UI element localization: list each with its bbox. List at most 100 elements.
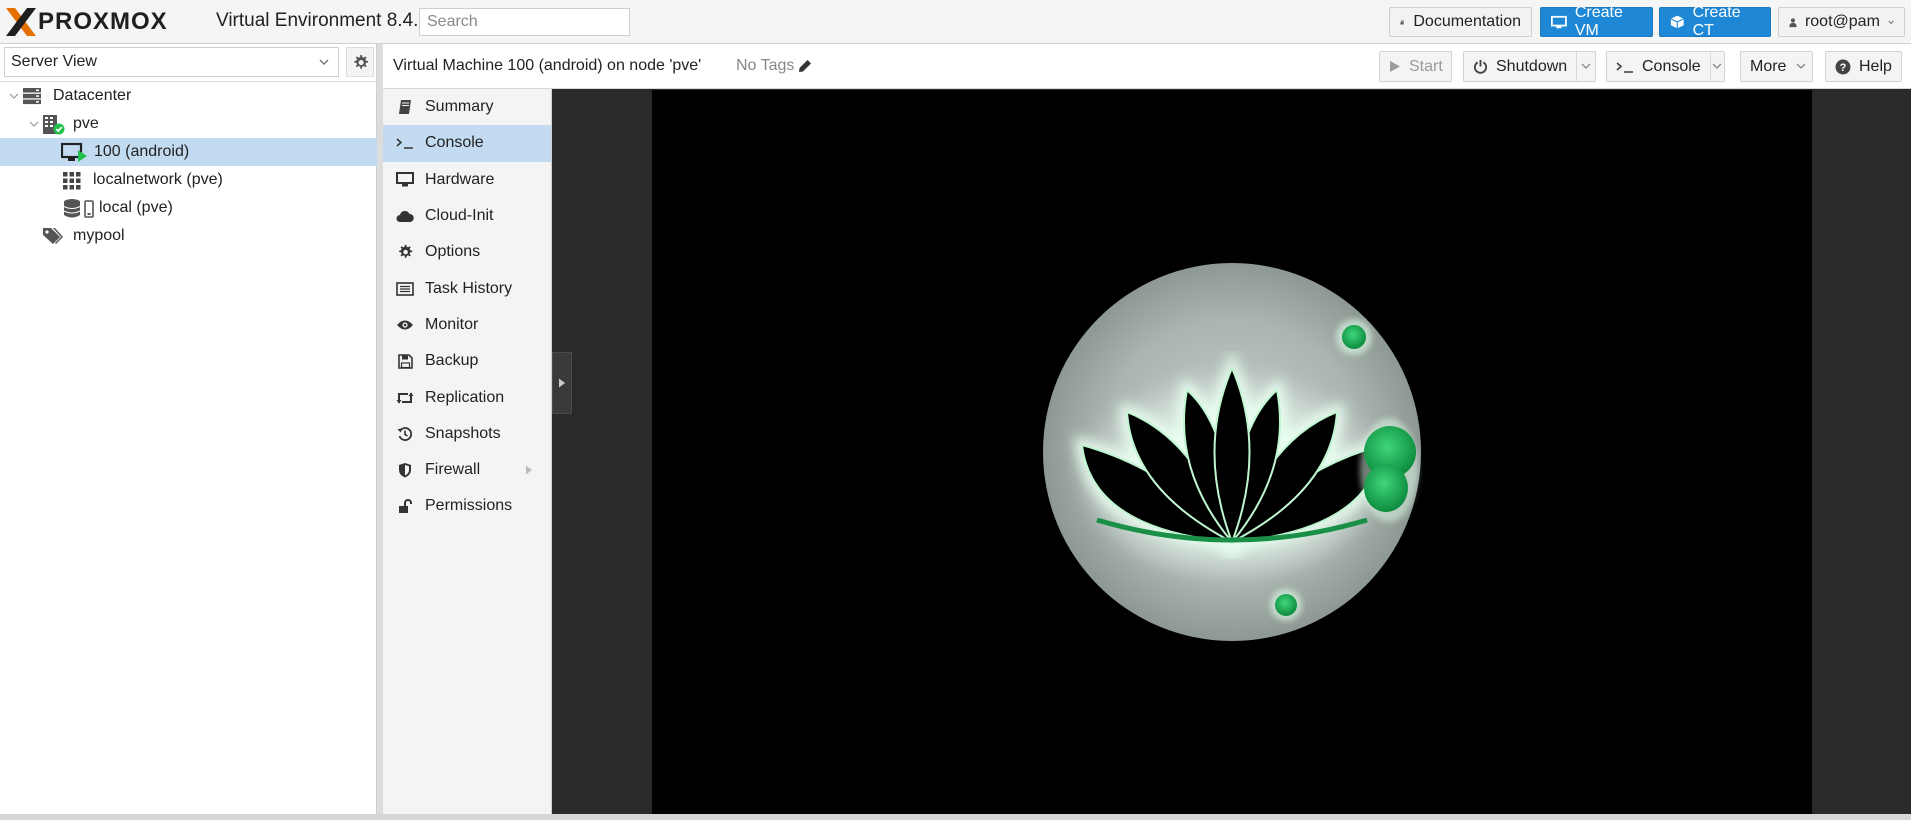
vm-title: Virtual Machine 100 (android) on node 'p… [393,57,702,74]
user-menu-button[interactable]: root@pam [1778,7,1905,37]
user-label: root@pam [1804,13,1880,30]
nav-permissions[interactable]: Permissions [383,488,551,524]
terminal-icon [396,138,413,150]
create-vm-button[interactable]: Create VM [1540,4,1653,39]
start-button[interactable]: Start [1379,51,1452,82]
cloud-icon [396,210,414,222]
nav-item-label: Backup [425,352,479,370]
chevron-down-icon[interactable] [29,119,39,129]
nav-item-label: Monitor [425,315,479,333]
play-icon [1390,61,1400,72]
console-label: Console [1642,57,1701,75]
book-icon [399,100,411,115]
tree-node-label: local (pve) [99,199,173,216]
vm-screen[interactable] [652,90,1812,814]
gear-icon [399,245,413,259]
node-online-icon [43,115,65,135]
create-ct-label: Create CT [1692,4,1741,39]
product-version: Virtual Environment 8.4.1 [216,10,429,31]
create-ct-button[interactable]: Create CT [1659,4,1771,39]
tree-node-label: pve [73,115,99,132]
nav-collapse-handle[interactable] [552,352,572,414]
chevron-down-icon [319,59,329,66]
tree-node-localnetwork[interactable]: localnetwork (pve) [0,166,377,194]
proxmox-x-icon [6,8,36,36]
chevron-down-icon [1581,63,1591,69]
tree-settings-button[interactable] [346,47,374,77]
start-label: Start [1409,57,1443,75]
nav-options[interactable]: Options [383,234,551,270]
help-button[interactable]: ? Help [1825,51,1902,82]
more-label: More [1750,57,1787,75]
top-header: PROXMOX Virtual Environment 8.4.1 Docume… [0,0,1911,44]
tree-node-label: Datacenter [53,87,132,104]
tree-node-label: 100 (android) [94,143,190,160]
view-selector[interactable]: Server View [4,47,339,77]
nav-item-label: Summary [425,98,494,116]
chevron-down-icon [1888,20,1894,24]
nav-console[interactable]: Console [383,125,551,162]
tree-node-vm-100[interactable]: 100 (android) [0,138,377,166]
nav-backup[interactable]: Backup [383,343,551,379]
console-menu-toggle[interactable] [1709,52,1724,81]
nav-monitor[interactable]: Monitor [383,307,551,343]
documentation-label: Documentation [1413,13,1521,30]
nav-item-label: Hardware [425,170,495,188]
monitor-icon [396,171,414,187]
power-icon [1473,59,1488,74]
user-icon [1789,17,1797,27]
console-button[interactable]: Console [1606,51,1725,82]
sdn-grid-icon [63,172,81,190]
pencil-icon[interactable] [798,59,812,73]
chevron-down-icon [1712,63,1722,69]
chevron-right-icon[interactable] [525,465,533,475]
nav-item-label: Console [425,134,484,152]
tags-label: No Tags [736,57,795,74]
tree-node-local-storage[interactable]: local (pve) [0,194,377,222]
nav-replication[interactable]: Replication [383,379,551,415]
tree-node-datacenter[interactable]: Datacenter [0,82,377,110]
chevron-down-icon[interactable] [9,91,19,101]
help-label: Help [1859,57,1892,75]
shutdown-button[interactable]: Shutdown [1463,51,1596,82]
shield-icon [399,463,411,478]
search-input[interactable] [419,8,630,36]
book-icon [1400,19,1405,25]
nav-item-label: Cloud-Init [425,207,494,225]
nav-cloud-init[interactable]: Cloud-Init [383,198,551,234]
vm-config-nav: Summary Console Hardware Cloud-Init Opti… [383,89,552,814]
shutdown-menu-toggle[interactable] [1576,52,1595,81]
question-circle-icon: ? [1835,59,1851,74]
boot-animation-lotus [1043,263,1421,641]
resource-tree: Datacenter pve 100 (android) localnetwor… [0,81,377,250]
more-button[interactable]: More [1740,51,1813,82]
tree-node-mypool[interactable]: mypool [0,222,377,250]
nav-item-label: Firewall [425,461,481,479]
floppy-icon [397,353,413,369]
documentation-button[interactable]: Documentation [1389,7,1532,37]
status-bar-splitter[interactable] [0,814,1911,820]
vm-running-icon [61,142,87,162]
view-selector-value: Server View [11,53,97,70]
retweet-icon [396,392,414,404]
shutdown-label: Shutdown [1496,57,1568,75]
gear-icon [353,54,368,69]
tags-icon [43,228,63,244]
proxmox-logo[interactable]: PROXMOX [4,6,168,38]
unlock-icon [398,498,412,513]
nav-firewall[interactable]: Firewall [383,452,551,488]
tree-node-label: mypool [73,227,125,244]
content-title-bar: Virtual Machine 100 (android) on node 'p… [383,44,1911,89]
tree-node-pve[interactable]: pve [0,110,377,138]
resource-tree-panel: Server View Datacenter pve 100 (android)… [0,44,377,814]
monitor-icon [1551,15,1567,28]
tree-node-label: localnetwork (pve) [93,171,223,188]
nav-snapshots[interactable]: Snapshots [383,416,551,452]
nav-task-history[interactable]: Task History [383,270,551,306]
list-icon [396,281,414,296]
nav-summary[interactable]: Summary [383,89,551,125]
tags-editor[interactable]: No Tags [736,57,812,75]
nav-hardware[interactable]: Hardware [383,162,551,198]
brand-wordmark: PROXMOX [38,8,168,35]
eye-icon [397,320,413,330]
